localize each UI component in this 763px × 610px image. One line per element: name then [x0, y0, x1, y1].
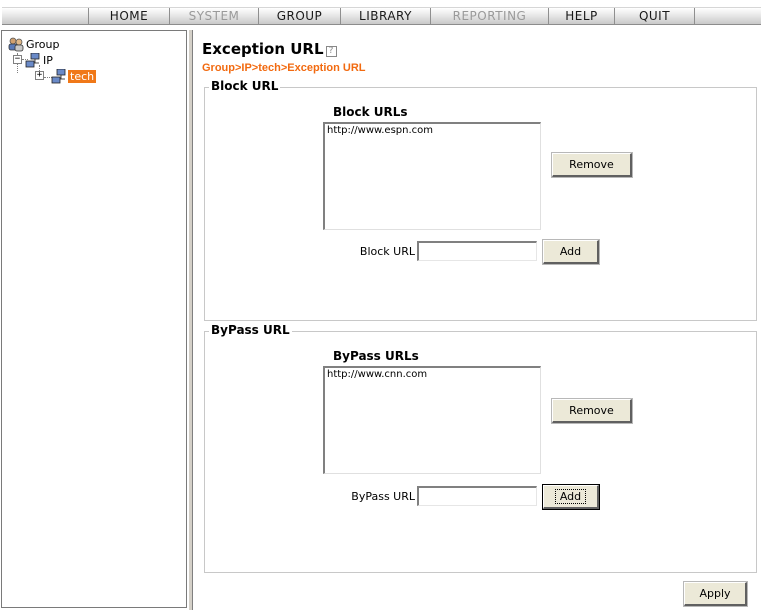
- tree-label-group[interactable]: Group: [26, 38, 60, 51]
- list-item[interactable]: http://www.cnn.com: [327, 369, 538, 380]
- apply-button[interactable]: Apply: [683, 581, 748, 607]
- block-add-label: Add: [559, 245, 582, 258]
- bypass-urls-title: ByPass URLs: [333, 349, 419, 363]
- bypass-url-legend: ByPass URL: [209, 323, 292, 337]
- bypass-url-input[interactable]: [417, 486, 537, 506]
- bypass-add-label: Add: [554, 489, 587, 504]
- apply-label: Apply: [699, 587, 731, 600]
- breadcrumb: Group>IP>tech>Exception URL: [202, 62, 366, 74]
- tree-label-ip[interactable]: IP: [43, 54, 53, 67]
- bypass-url-fieldset: ByPass URL ByPass URLs http://www.cnn.co…: [204, 323, 757, 573]
- network-icon: [25, 53, 40, 68]
- panel-splitter[interactable]: [188, 30, 193, 610]
- help-icon[interactable]: ?: [325, 46, 337, 57]
- nav-help[interactable]: HELP: [548, 8, 614, 24]
- nav-system[interactable]: SYSTEM: [169, 8, 258, 24]
- page-title: Exception URL?: [202, 40, 337, 58]
- nav-reporting[interactable]: REPORTING: [430, 8, 548, 24]
- nav-quit[interactable]: QUIT: [614, 8, 694, 24]
- bypass-url-label: ByPass URL: [351, 490, 415, 503]
- bypass-remove-button[interactable]: Remove: [551, 398, 633, 424]
- collapse-icon[interactable]: −: [13, 55, 22, 64]
- main-content: Exception URL? Group>IP>tech>Exception U…: [194, 30, 763, 610]
- group-tree-panel: Group − IP + tech: [1, 30, 187, 608]
- group-icon: [8, 37, 24, 52]
- nav-home[interactable]: HOME: [88, 8, 169, 24]
- block-urls-title: Block URLs: [333, 105, 408, 119]
- page-title-text: Exception URL: [202, 40, 324, 58]
- block-url-fieldset: Block URL Block URLs http://www.espn.com…: [204, 79, 757, 321]
- block-url-input[interactable]: [417, 241, 537, 261]
- bypass-urls-listbox[interactable]: http://www.cnn.com: [323, 366, 541, 474]
- nav-library[interactable]: LIBRARY: [340, 8, 430, 24]
- block-url-label: Block URL: [359, 245, 415, 258]
- block-urls-listbox[interactable]: http://www.espn.com: [323, 122, 541, 230]
- block-url-legend: Block URL: [209, 79, 281, 93]
- tree-label-tech[interactable]: tech: [68, 70, 97, 83]
- bypass-add-button[interactable]: Add: [542, 484, 600, 510]
- bypass-remove-label: Remove: [569, 404, 614, 417]
- nav-strip: HOME SYSTEM GROUP LIBRARY REPORTING HELP…: [2, 7, 761, 25]
- expand-icon[interactable]: +: [35, 71, 44, 80]
- block-add-button[interactable]: Add: [542, 239, 600, 265]
- nav-group[interactable]: GROUP: [258, 8, 340, 24]
- network-icon: [51, 69, 66, 84]
- list-item[interactable]: http://www.espn.com: [327, 125, 538, 136]
- nav-divider: [694, 8, 695, 24]
- block-remove-label: Remove: [569, 158, 614, 171]
- block-remove-button[interactable]: Remove: [551, 152, 633, 178]
- top-nav-bar: HOME SYSTEM GROUP LIBRARY REPORTING HELP…: [0, 0, 763, 30]
